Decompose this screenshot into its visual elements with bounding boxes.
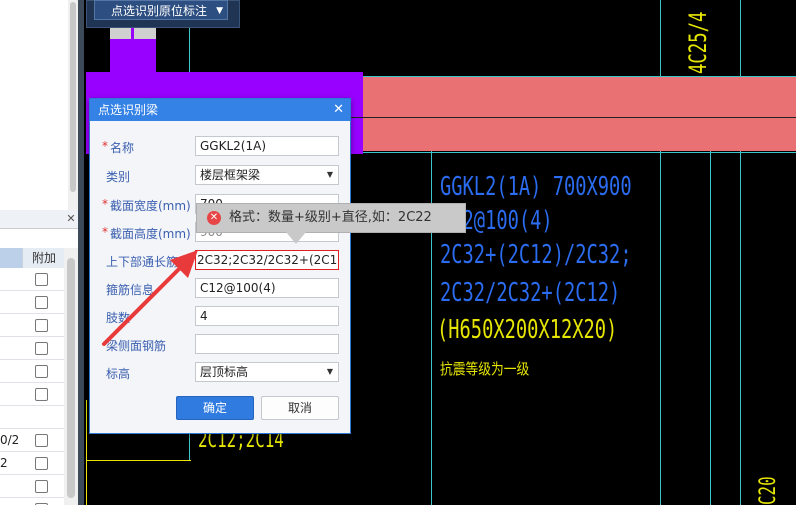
checkbox[interactable]: [35, 296, 48, 309]
grid-line: [710, 150, 711, 505]
checkbox[interactable]: [35, 388, 48, 401]
table-row: [0, 291, 64, 314]
seismic-label[interactable]: 抗震等级为一级: [440, 358, 529, 379]
elevation-select[interactable]: 层顶标高 ▼: [195, 362, 339, 382]
row-fragment: 2: [0, 456, 8, 470]
dropdown-label: 点选识别原位标注: [111, 4, 208, 18]
close-icon[interactable]: ✕: [333, 99, 344, 121]
chevron-down-icon: ▼: [326, 170, 333, 179]
rebar-line-2[interactable]: 2C32/2C32+(2C12): [440, 278, 620, 308]
close-icon[interactable]: ✕: [64, 210, 78, 228]
grid-scrollbar-thumb[interactable]: [67, 258, 75, 498]
table-row: 2: [0, 452, 64, 475]
annotation-arrow-icon: [102, 250, 198, 346]
pane-splitter[interactable]: [78, 0, 84, 505]
validation-tooltip: ✕ 格式：数量+级别+直径,如：2C22: [196, 203, 466, 233]
checkbox[interactable]: [35, 434, 48, 447]
name-input[interactable]: GGKL2(1A): [195, 136, 339, 156]
table-row: [0, 383, 64, 406]
row-fragment: 0/2: [0, 433, 20, 447]
dialog-titlebar[interactable]: 点选识别梁 ✕: [90, 99, 350, 121]
chevron-down-icon: ▼: [216, 6, 223, 16]
table-row: 0/2: [0, 429, 64, 452]
checkbox[interactable]: [35, 365, 48, 378]
top-scrollbar-thumb[interactable]: [70, 2, 76, 192]
category-label: 类别: [106, 170, 131, 184]
required-marker: *: [102, 197, 108, 211]
right-rebar-label[interactable]: C20: [756, 476, 781, 505]
table-row: [0, 314, 64, 337]
chevron-down-icon: ▼: [326, 367, 333, 376]
grid-line: [350, 152, 796, 153]
table-row: [0, 337, 64, 360]
column-neck: [110, 38, 156, 78]
error-icon: ✕: [207, 211, 221, 225]
table-row: [0, 360, 64, 383]
checkbox[interactable]: [35, 457, 48, 470]
legs-input[interactable]: 4: [195, 306, 339, 326]
table-row: [0, 406, 64, 429]
checkbox[interactable]: [35, 342, 48, 355]
property-pane: ✕ 附加 0/2 2: [0, 0, 80, 505]
top-rebar-label[interactable]: 4C25/4: [684, 12, 712, 74]
elevation-label: 标高: [106, 367, 131, 381]
table-row: [0, 268, 64, 291]
property-pane-top: [0, 0, 69, 210]
table-row: [0, 498, 64, 505]
grid-line: [431, 117, 432, 505]
ok-button[interactable]: 确定: [176, 396, 254, 420]
checkbox[interactable]: [35, 480, 48, 493]
checkbox[interactable]: [35, 319, 48, 332]
table-row: [0, 475, 64, 498]
beam-label[interactable]: GGKL2(1A) 700X900: [440, 172, 632, 202]
dimension-line: [86, 460, 191, 461]
required-marker: *: [102, 139, 108, 153]
elevation-value: 层顶标高: [200, 365, 249, 379]
identify-annotation-dropdown[interactable]: 点选识别原位标注 ▼: [94, 0, 228, 20]
grid-line: [86, 400, 87, 505]
checkbox[interactable]: [35, 273, 48, 286]
category-select[interactable]: 楼层框架梁 ▼: [195, 165, 339, 185]
tooltip-text: 格式：数量+级别+直径,如：2C22: [229, 210, 432, 225]
property-grid: 0/2 2: [0, 248, 64, 505]
category-value: 楼层框架梁: [200, 168, 261, 182]
cancel-button[interactable]: 取消: [261, 396, 339, 420]
name-label: 名称: [110, 141, 135, 155]
rebar-line-1[interactable]: 2C32+(2C12)/2C32;: [440, 240, 632, 270]
steel-section-label[interactable]: (H650X200X12X20): [437, 315, 617, 345]
stirrup-input[interactable]: C12@100(4): [195, 278, 339, 298]
side-rebar-input[interactable]: [195, 334, 339, 354]
width-label: 截面宽度(mm): [110, 199, 191, 213]
dialog-title: 点选识别梁: [98, 103, 159, 117]
through-rebar-input[interactable]: 2C32;2C32/2C32+(2C12): [195, 250, 339, 270]
required-marker: *: [102, 225, 108, 239]
tooltip-pointer: [286, 232, 306, 244]
